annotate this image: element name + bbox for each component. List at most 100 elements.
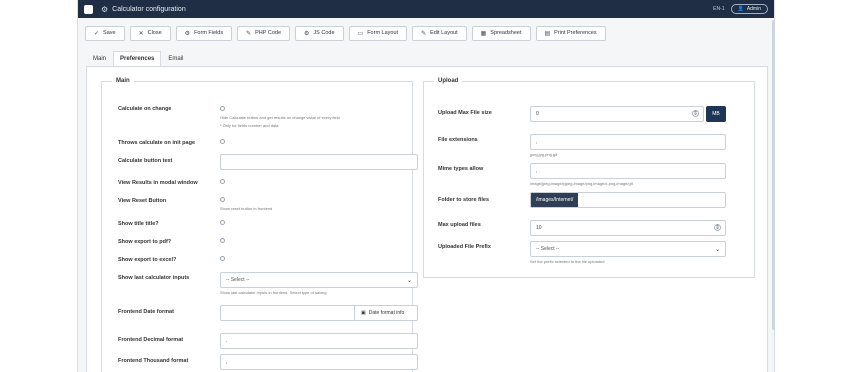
calculate-button-text-label: Calculate button text [118, 158, 173, 164]
show-title-radio[interactable] [220, 220, 225, 225]
print-preferences-button[interactable]: ▤ Print Preferences [535, 25, 606, 41]
edit-icon: ✎ [421, 30, 427, 37]
calculate-on-change-note: * Only for fields number and data [220, 123, 279, 128]
spreadsheet-icon: ▦ [480, 30, 487, 37]
close-icon: ✕ [138, 30, 144, 37]
calendar-icon: ▣ [361, 310, 366, 316]
header-link[interactable]: EN-1 [713, 6, 724, 12]
throws-calculate-radio[interactable] [220, 139, 225, 144]
show-title-label: Show title title? [118, 221, 159, 227]
file-prefix-hint: Set the prefix selected to the file uplo… [530, 259, 605, 264]
scrollbar[interactable] [772, 20, 775, 330]
main-legend: Main [112, 78, 134, 84]
save-icon: ✓ [94, 30, 100, 37]
tab-email[interactable]: Email [161, 51, 190, 67]
folder-label: Folder to store files [438, 197, 490, 203]
show-last-inputs-label: Show last calculator inputs [118, 275, 190, 281]
print-icon: ▤ [544, 30, 551, 37]
top-header: ⚙ Calculator configuration EN-1 👤 Admin [78, 0, 774, 18]
app-window: ⚙ Calculator configuration EN-1 👤 Admin … [77, 0, 775, 372]
upload-fieldset: Upload Upload Max File size 0 ⇕ MB File … [423, 78, 755, 278]
user-menu[interactable]: 👤 Admin [730, 4, 768, 14]
view-reset-button-radio[interactable] [220, 197, 225, 202]
form-fields-button[interactable]: ⚙ Form Fields [175, 25, 233, 41]
form-fields-label: Form Fields [194, 30, 224, 36]
show-last-inputs-hint: Show last calculator inputs in frontend.… [220, 290, 327, 295]
mime-types-input[interactable]: , [530, 163, 726, 179]
show-last-inputs-value: -- Select -- [226, 277, 250, 283]
mb-button[interactable]: MB [706, 106, 726, 122]
file-extensions-label: File extensions [438, 137, 478, 143]
folder-value: /images/Internet/ [531, 193, 579, 207]
form-layout-label: Form Layout [367, 30, 399, 36]
js-icon: ⚙ [304, 30, 310, 37]
js-code-label: JS Code [313, 30, 335, 36]
php-code-button[interactable]: ✎ PHP Code [237, 25, 291, 41]
view-results-modal-label: View Results in modal window [118, 180, 198, 186]
main-fieldset: Main Calculate on change Hide Calculate … [101, 78, 418, 372]
close-button-label: Close [147, 30, 162, 36]
calculate-on-change-label: Calculate on change [118, 106, 172, 112]
gear-icon: ⚙ [101, 4, 109, 14]
upload-legend: Upload [434, 78, 463, 84]
frontend-thousand-format-input[interactable]: , [220, 354, 418, 370]
js-code-button[interactable]: ⚙ JS Code [295, 25, 344, 41]
frontend-date-format-input[interactable] [220, 305, 356, 321]
show-export-excel-label: Show export to excel? [118, 257, 177, 263]
edit-layout-button[interactable]: ✎ Edit Layout [412, 25, 467, 41]
frontend-decimal-format-label: Frontend Decimal format [118, 337, 184, 343]
date-format-info-label: Date format info [368, 310, 405, 316]
layout-icon: ▭ [357, 30, 364, 37]
show-export-pdf-radio[interactable] [220, 238, 225, 243]
toolbar: ✓ Save ✕ Close ⚙ Form Fields ✎ PHP Code ⚙ JS … [78, 18, 774, 48]
view-reset-button-hint: Show reset button in frontend [220, 206, 273, 211]
calculate-on-change-hint: Hide Calculate button and get results on… [220, 115, 340, 120]
form-layout-button[interactable]: ▭ Form Layout [348, 25, 408, 41]
show-export-pdf-label: Show export to pdf? [118, 239, 172, 245]
php-code-label: PHP Code [255, 30, 282, 36]
file-prefix-select[interactable]: -- Select -- ⌄ [530, 241, 726, 257]
folder-input[interactable]: /images/Internet/ [530, 192, 726, 208]
php-icon: ✎ [246, 30, 252, 37]
chevron-down-icon: ⌄ [406, 277, 412, 284]
file-extensions-input[interactable]: , [530, 134, 726, 150]
tab-content: Main Calculate on change Hide Calculate … [86, 66, 768, 372]
stepper-icon[interactable]: ⇕ [714, 224, 721, 231]
edit-layout-label: Edit Layout [430, 30, 458, 36]
chevron-down-icon: ⌄ [714, 246, 720, 253]
max-upload-files-label: Max upload files [438, 222, 481, 228]
stepper-icon[interactable]: ⇕ [692, 110, 699, 117]
date-format-info-button[interactable]: ▣ Date format info [354, 305, 418, 321]
file-prefix-label: Uploaded File Prefix [438, 244, 491, 250]
frontend-thousand-format-label: Frontend Thousand format [118, 358, 189, 364]
show-export-excel-radio[interactable] [220, 256, 225, 261]
show-last-inputs-select[interactable]: -- Select -- ⌄ [220, 272, 418, 288]
tab-preferences[interactable]: Preferences [113, 51, 162, 67]
save-button-label: Save [103, 30, 116, 36]
file-prefix-value: -- Select -- [536, 246, 560, 252]
max-file-size-input[interactable]: 0 [530, 106, 704, 122]
frontend-decimal-format-input[interactable]: . [220, 333, 418, 349]
mime-types-hint: image/jpeg,image/pjpeg,image/png,image/x… [530, 181, 633, 186]
max-upload-files-input[interactable]: 10 [530, 220, 726, 236]
user-icon: 👤 [737, 6, 744, 12]
print-preferences-label: Print Preferences [554, 30, 597, 36]
throws-calculate-label: Throws calculate on init page [118, 140, 196, 146]
close-button[interactable]: ✕ Close [129, 25, 171, 41]
calculate-on-change-radio[interactable] [220, 106, 225, 111]
spreadsheet-label: Spreadsheet [490, 30, 522, 36]
tab-bar: Main Preferences Email [86, 51, 190, 67]
joomla-logo-icon[interactable] [84, 4, 93, 14]
calculate-button-text-input[interactable] [220, 154, 418, 170]
frontend-date-format-label: Frontend Date format [118, 309, 174, 315]
page-title: Calculator configuration [112, 5, 186, 13]
save-button[interactable]: ✓ Save [85, 25, 125, 41]
mime-types-label: Mime types allow [438, 166, 484, 172]
view-results-modal-radio[interactable] [220, 179, 225, 184]
max-file-size-label: Upload Max File size [438, 110, 492, 116]
file-extensions-hint: jpeg,jpg,png,gif [530, 152, 558, 157]
spreadsheet-button[interactable]: ▦ Spreadsheet [471, 25, 531, 41]
tab-main[interactable]: Main [86, 51, 113, 67]
fields-icon: ⚙ [184, 30, 191, 37]
view-reset-button-label: View Reset Button [118, 198, 167, 204]
